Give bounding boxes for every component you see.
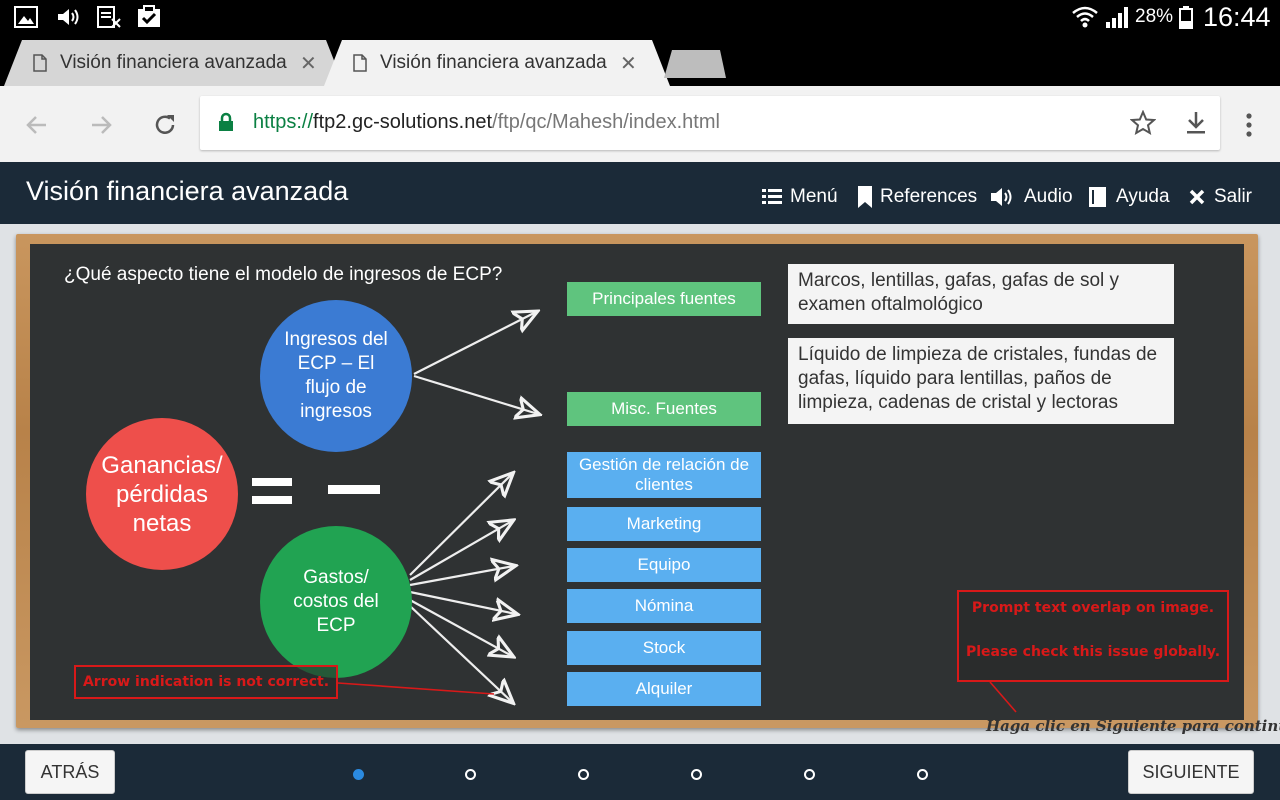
equals-sign xyxy=(252,478,292,504)
arrow-to-marketing xyxy=(409,521,512,581)
page-dot-5[interactable] xyxy=(804,769,815,780)
qa-annotation-text: Prompt text overlap on image. xyxy=(971,600,1215,616)
income-source-box: Misc. Fuentes xyxy=(567,392,761,426)
costs-label: Gastos/ costos del ECP xyxy=(293,567,379,636)
page-dot-4[interactable] xyxy=(691,769,702,780)
back-button[interactable]: ATRÁS xyxy=(25,750,115,794)
arrow-to-crm xyxy=(409,474,512,576)
page-dot-2[interactable] xyxy=(465,769,476,780)
income-detail-box: Líquido de limpieza de cristales, fundas… xyxy=(788,338,1174,424)
arrow-to-payroll xyxy=(409,590,516,614)
qa-annotation-overlap: Prompt text overlap on image. Please che… xyxy=(957,590,1229,682)
qa-annotation-arrow: Arrow indication is not correct. xyxy=(74,665,338,699)
arrow-to-misc xyxy=(413,374,538,414)
cost-item-box: Stock xyxy=(567,631,761,665)
continue-hint: Haga clic en Siguiente para continuar. xyxy=(986,717,1280,735)
cost-item-box: Alquiler xyxy=(567,672,761,706)
page-dot-1[interactable] xyxy=(353,769,364,780)
page-dot-6[interactable] xyxy=(917,769,928,780)
net-profit-circle: Ganancias/ pérdidas netas xyxy=(86,418,238,570)
page-dot-3[interactable] xyxy=(578,769,589,780)
course-footer: ATRÁS SIGUIENTE xyxy=(0,744,1280,800)
arrow-to-stock xyxy=(409,599,512,656)
arrow-to-principal xyxy=(413,312,536,375)
net-profit-label: Ganancias/ pérdidas netas xyxy=(101,451,223,537)
screen: 28% 16:44 Visión financiera avanzada ✕ V… xyxy=(0,0,1280,800)
next-button[interactable]: SIGUIENTE xyxy=(1128,750,1254,794)
income-source-box: Principales fuentes xyxy=(567,282,761,316)
income-detail-box: Marcos, lentillas, gafas, gafas de sol y… xyxy=(788,264,1174,324)
cost-item-box: Marketing xyxy=(567,507,761,541)
cost-item-box: Gestión de relación de clientes xyxy=(567,452,761,498)
income-circle: Ingresos del ECP – El flujo de ingresos xyxy=(260,300,412,452)
arrow-to-equipment xyxy=(409,566,514,587)
cost-item-box: Equipo xyxy=(567,548,761,582)
income-label: Ingresos del ECP – El flujo de ingresos xyxy=(284,329,388,422)
minus-sign xyxy=(328,485,380,494)
annotation-connector xyxy=(337,682,495,695)
costs-circle: Gastos/ costos del ECP xyxy=(260,526,412,678)
qa-annotation-text: Please check this issue globally. xyxy=(965,644,1221,660)
cost-item-box: Nómina xyxy=(567,589,761,623)
annotation-connector xyxy=(989,681,1017,713)
arrow-to-rent xyxy=(409,605,512,702)
qa-annotation-text: Arrow indication is not correct. xyxy=(82,674,330,690)
